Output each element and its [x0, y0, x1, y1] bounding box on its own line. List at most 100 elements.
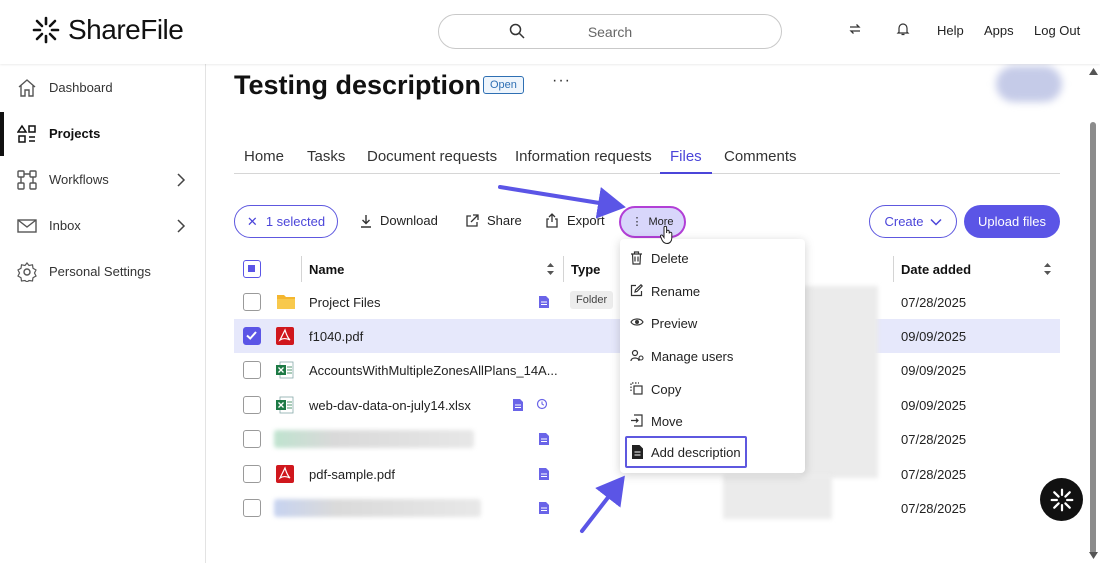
edit-icon: [630, 284, 643, 297]
column-header-type[interactable]: Type: [571, 262, 600, 277]
menu-item-preview[interactable]: Preview: [620, 307, 805, 339]
bell-icon[interactable]: [896, 22, 910, 36]
document-icon: [632, 445, 643, 459]
scrollbar[interactable]: [1088, 64, 1100, 563]
sidebar-item-personal-settings[interactable]: Personal Settings: [0, 250, 205, 294]
close-icon: ✕: [246, 213, 258, 229]
column-divider: [893, 256, 894, 282]
chevron-right-icon: [177, 173, 186, 187]
column-header-date-added[interactable]: Date added: [901, 262, 971, 277]
row-checkbox[interactable]: [243, 293, 261, 311]
sidebar-item-dashboard[interactable]: Dashboard: [0, 66, 205, 110]
upload-files-button[interactable]: Upload files: [964, 205, 1060, 238]
date-added: 07/28/2025: [901, 467, 967, 482]
description-icon[interactable]: [513, 399, 523, 411]
menu-item-add-description[interactable]: Add description: [625, 436, 747, 468]
sharefile-logo-icon: [32, 16, 60, 44]
switch-arrows-icon[interactable]: [848, 22, 862, 36]
description-icon[interactable]: [539, 502, 549, 514]
row-checkbox[interactable]: [243, 361, 261, 379]
kebab-icon: ⋮: [631, 215, 643, 228]
row-checkbox[interactable]: [243, 465, 261, 483]
sidebar-item-label: Inbox: [49, 218, 81, 233]
assistant-button[interactable]: [1040, 478, 1083, 521]
description-icon[interactable]: [539, 433, 549, 445]
scroll-thumb[interactable]: [1090, 122, 1096, 554]
apps-link[interactable]: Apps: [984, 23, 1014, 38]
scroll-down-arrow-icon[interactable]: [1089, 552, 1098, 559]
file-name[interactable]: pdf-sample.pdf: [309, 467, 395, 482]
redacted-column: [723, 475, 832, 519]
select-all-checkbox[interactable]: [243, 260, 261, 278]
status-badge: Open: [483, 76, 524, 94]
excel-icon: [276, 361, 294, 379]
menu-item-label: Add description: [651, 445, 741, 460]
tab-files[interactable]: Files: [660, 148, 712, 174]
download-button[interactable]: Download: [360, 213, 438, 228]
scroll-up-arrow-icon[interactable]: [1089, 68, 1098, 75]
date-added: 07/28/2025: [901, 432, 967, 447]
menu-item-delete[interactable]: Delete: [620, 242, 805, 274]
search-bar[interactable]: [438, 14, 782, 49]
project-more-button[interactable]: ···: [552, 72, 571, 90]
tab-comments[interactable]: Comments: [724, 148, 797, 174]
redacted-file-name: [274, 499, 481, 517]
workflows-icon: [17, 170, 37, 190]
menu-item-move[interactable]: Move: [620, 405, 805, 437]
date-added: 09/09/2025: [901, 329, 967, 344]
sort-icon[interactable]: [1043, 262, 1052, 276]
menu-item-rename[interactable]: Rename: [620, 275, 805, 307]
export-button[interactable]: Export: [545, 213, 605, 228]
file-name[interactable]: Project Files: [309, 295, 381, 310]
project-tabs: Home Tasks Document requests Information…: [234, 140, 1060, 174]
create-button[interactable]: Create: [869, 205, 957, 238]
tab-tasks[interactable]: Tasks: [307, 148, 345, 174]
history-icon[interactable]: [536, 398, 548, 410]
search-input[interactable]: [439, 15, 781, 48]
hand-cursor-icon: [660, 225, 673, 245]
create-label: Create: [884, 214, 924, 229]
tab-information-requests[interactable]: Information requests: [515, 148, 652, 174]
sidebar-item-projects[interactable]: Projects: [0, 112, 205, 156]
row-checkbox[interactable]: [243, 499, 261, 517]
redacted-column: [800, 286, 878, 478]
date-added: 07/28/2025: [901, 501, 967, 516]
indeterminate-mark: [248, 265, 255, 272]
tab-home[interactable]: Home: [244, 148, 284, 174]
share-button[interactable]: Share: [465, 213, 522, 228]
file-name[interactable]: AccountsWithMultipleZonesAllPlans_14A...: [309, 363, 558, 378]
sidebar-item-label: Projects: [49, 126, 101, 141]
menu-item-manage-users[interactable]: Manage users: [620, 340, 805, 372]
menu-item-label: Manage users: [651, 349, 734, 364]
more-menu: Delete Rename Preview Manage users Copy …: [620, 239, 805, 473]
help-link[interactable]: Help: [937, 23, 964, 38]
description-icon[interactable]: [539, 468, 549, 480]
date-added: 07/28/2025: [901, 295, 967, 310]
description-icon[interactable]: [539, 296, 549, 308]
more-button[interactable]: ⋮ More: [619, 206, 686, 238]
date-added: 09/09/2025: [901, 363, 967, 378]
menu-item-label: Delete: [651, 251, 689, 266]
table-row[interactable]: 07/28/2025: [234, 491, 1060, 525]
file-name[interactable]: f1040.pdf: [309, 329, 363, 344]
clear-selection-button[interactable]: ✕ 1 selected: [234, 205, 338, 238]
search-icon: [509, 23, 525, 39]
pdf-icon: [276, 465, 294, 483]
copy-icon: [630, 382, 643, 395]
file-name[interactable]: web-dav-data-on-july14.xlsx: [309, 398, 471, 413]
avatar[interactable]: [996, 66, 1062, 102]
tab-document-requests[interactable]: Document requests: [367, 148, 497, 174]
sidebar-item-workflows[interactable]: Workflows: [0, 158, 205, 202]
logo[interactable]: ShareFile: [32, 14, 184, 46]
row-checkbox[interactable]: [243, 396, 261, 414]
menu-item-copy[interactable]: Copy: [620, 373, 805, 405]
download-label: Download: [380, 213, 438, 228]
row-checkbox[interactable]: [243, 327, 261, 345]
sort-icon[interactable]: [546, 262, 555, 276]
logout-link[interactable]: Log Out: [1034, 23, 1080, 38]
row-checkbox[interactable]: [243, 430, 261, 448]
pdf-icon: [276, 327, 294, 345]
column-header-name[interactable]: Name: [309, 262, 344, 277]
sidebar-item-inbox[interactable]: Inbox: [0, 204, 205, 248]
column-divider: [301, 256, 302, 282]
